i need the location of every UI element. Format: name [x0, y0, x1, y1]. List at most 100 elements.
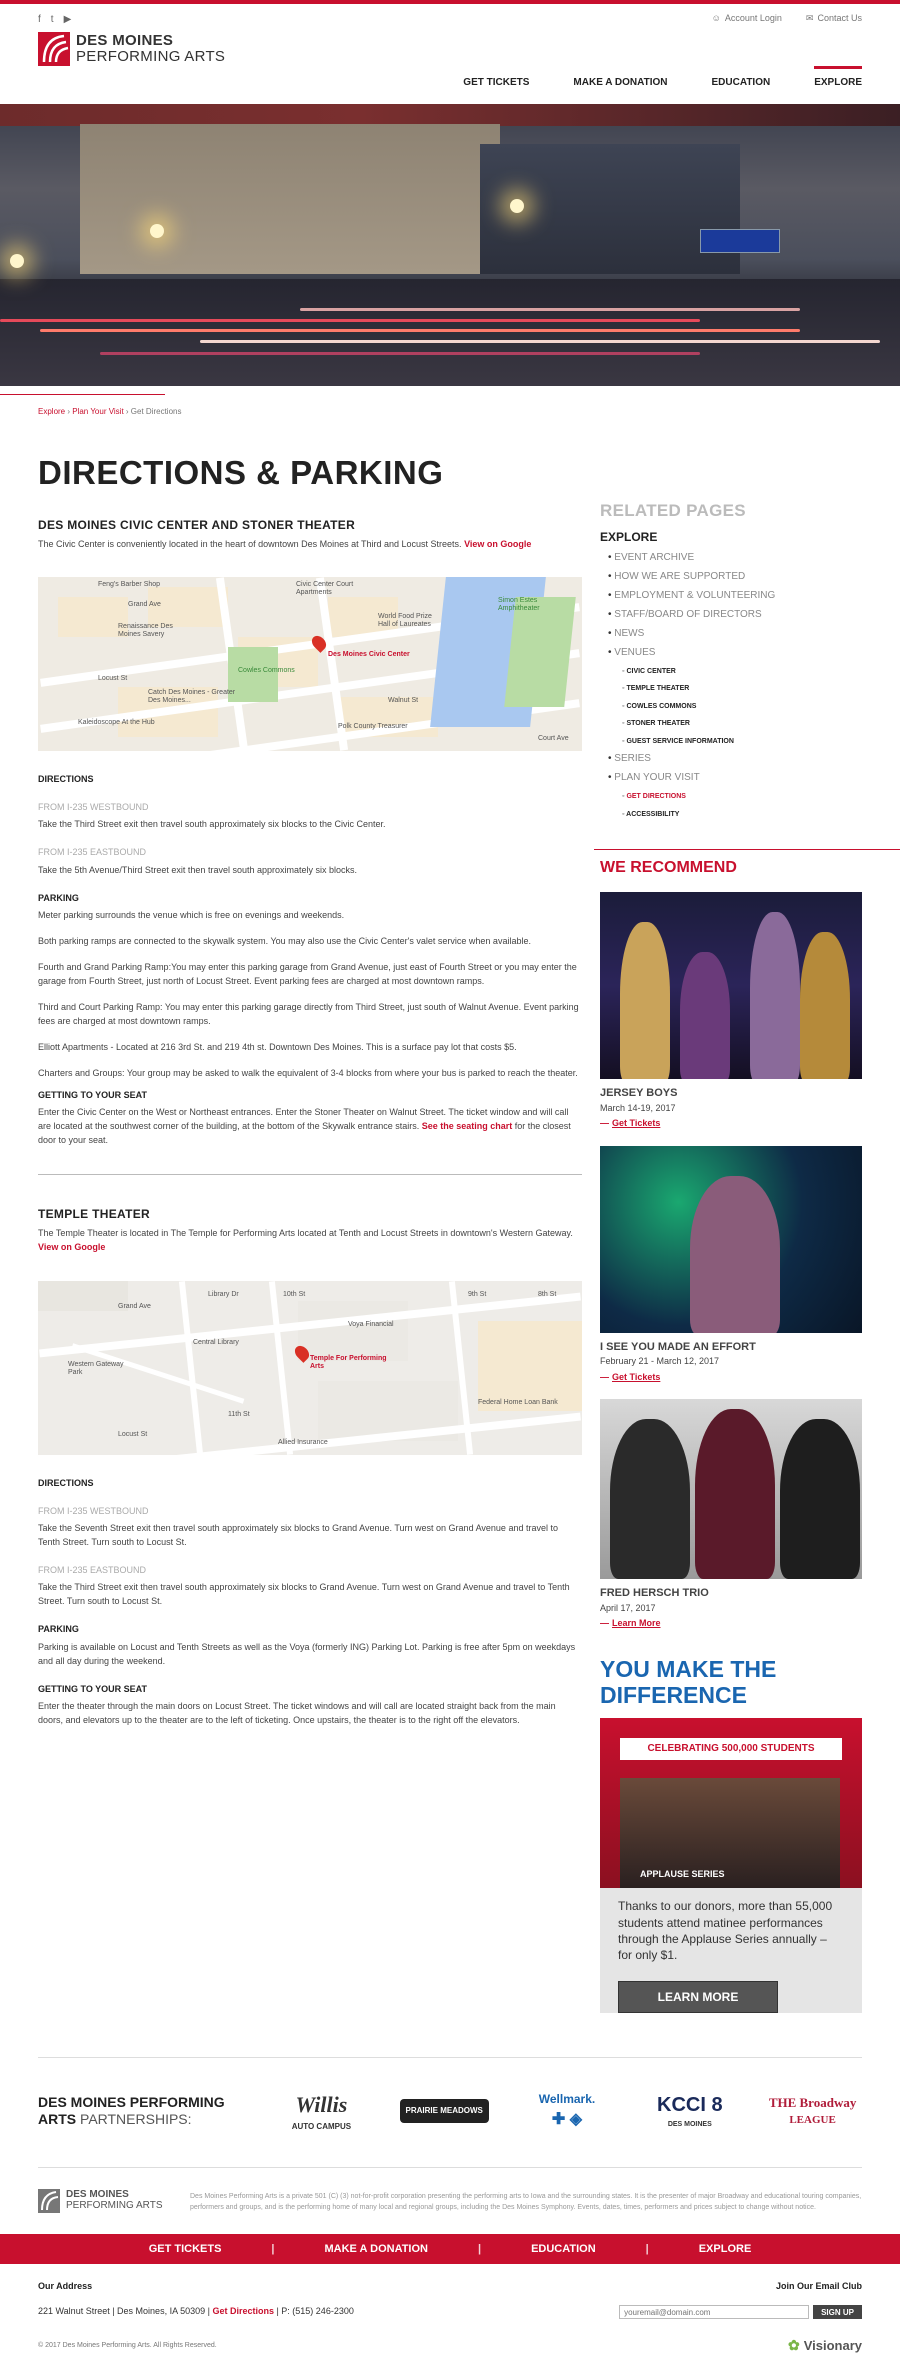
sidebar-item-staff-board[interactable]: STAFF/BOARD OF DIRECTORS	[608, 607, 862, 622]
partnerships-heading: DES MOINES PERFORMING ARTS PARTNERSHIPS:	[38, 2094, 248, 2128]
footer-nav-make-a-donation[interactable]: MAKE A DONATION	[325, 2241, 428, 2258]
contact-us-link[interactable]: ✉ Contact Us	[806, 12, 862, 26]
site-logo[interactable]: DES MOINES PERFORMING ARTS	[38, 32, 225, 66]
map-label: Des Moines Civic Center	[328, 651, 410, 659]
footer-get-directions-link[interactable]: Get Directions	[212, 2306, 274, 2316]
prairie-meadows-logo[interactable]: PRAIRIE MEADOWS	[395, 2098, 494, 2123]
sidebar-item-accessibility[interactable]: ACCESSIBILITY	[622, 810, 862, 821]
civic-center-map[interactable]: Feng's Barber Shop Civic Center Court Ap…	[38, 577, 582, 752]
kcci-logo[interactable]: KCCI 8 DES MOINES	[640, 2090, 739, 2131]
visionary-credit[interactable]: ✿ Visionary	[788, 2335, 862, 2356]
youtube-icon[interactable]: ▶	[64, 12, 72, 27]
nav-make-a-donation[interactable]: MAKE A DONATION	[573, 66, 667, 90]
map-label: Western Gateway Park	[68, 1361, 124, 1376]
account-login-link[interactable]: ☺ Account Login	[712, 12, 782, 26]
facebook-icon[interactable]: f	[38, 12, 41, 27]
page-title: DIRECTIONS & PARKING	[38, 454, 444, 491]
visionary-logo-icon: ✿	[787, 2337, 800, 2354]
recommend-card-i-see-you: I SEE YOU MADE AN EFFORT February 21 - M…	[600, 1145, 862, 1386]
jersey-boys-image[interactable]	[600, 892, 862, 1079]
recommend-card-fred-hersch: FRED HERSCH TRIO April 17, 2017 Learn Mo…	[600, 1399, 862, 1632]
footer-address: Our Address 221 Walnut Street | Des Moin…	[38, 2280, 354, 2320]
get-tickets-link[interactable]: Get Tickets	[600, 1372, 660, 1382]
card-title[interactable]: I SEE YOU MADE AN EFFORT	[600, 1339, 862, 1356]
partners-heading-line1: DES MOINES PERFORMING	[38, 2093, 225, 2110]
twitter-icon[interactable]: t	[51, 12, 54, 27]
sidebar-item-employment[interactable]: EMPLOYMENT & VOLUNTEERING	[608, 588, 862, 603]
map-label: World Food Prize Hall of Laureates	[378, 613, 432, 629]
nav-get-tickets[interactable]: GET TICKETS	[463, 66, 529, 90]
email-signup-form: SIGN UP	[619, 2305, 862, 2320]
sign-up-button[interactable]: SIGN UP	[813, 2305, 862, 2320]
performer-figure	[695, 1409, 775, 1579]
sidebar-item-cowles-commons[interactable]: COWLES COMMONS	[622, 702, 862, 713]
sidebar: RELATED PAGES EXPLORE EVENT ARCHIVE HOW …	[594, 418, 900, 2031]
learn-more-link[interactable]: Learn More	[600, 1618, 661, 1628]
sidebar-item-get-directions[interactable]: GET DIRECTIONS	[622, 792, 862, 803]
sidebar-item-series[interactable]: SERIES	[608, 751, 862, 766]
footer-logo-text: DES MOINES PERFORMING ARTS	[66, 2190, 163, 2211]
broadway-league-logo[interactable]: THE Broadway LEAGUE	[763, 2093, 862, 2129]
related-pages-heading: RELATED PAGES	[600, 501, 746, 520]
civic-view-on-google-link[interactable]: View on Google	[464, 539, 531, 549]
sidebar-item-how-we-are-supported[interactable]: HOW WE ARE SUPPORTED	[608, 569, 862, 584]
account-login-label: Account Login	[724, 13, 782, 24]
temple-view-on-google-link[interactable]: View on Google	[38, 1242, 105, 1252]
fred-hersch-image[interactable]	[600, 1399, 862, 1579]
get-tickets-link[interactable]: Get Tickets	[600, 1118, 660, 1128]
map-label: Polk County Treasurer	[338, 723, 408, 731]
footer-nav-explore[interactable]: EXPLORE	[699, 2241, 752, 2258]
main-nav: GET TICKETS MAKE A DONATION EDUCATION EX…	[463, 66, 862, 90]
map-label: Kaleidoscope At the Hub	[78, 719, 155, 727]
sidebar-item-event-archive[interactable]: EVENT ARCHIVE	[608, 550, 862, 565]
learn-more-button[interactable]: LEARN MORE	[618, 1981, 778, 2014]
card-title[interactable]: FRED HERSCH TRIO	[600, 1585, 862, 1602]
breadcrumb-plan-your-visit[interactable]: Plan Your Visit	[72, 407, 123, 416]
map-label: Renaissance Des Moines Savery	[118, 623, 173, 639]
sidebar-item-guest-service[interactable]: GUEST SERVICE INFORMATION	[622, 737, 862, 748]
willis-logo[interactable]: Willis AUTO CAMPUS	[272, 2088, 371, 2133]
sidebar-item-civic-center[interactable]: CIVIC CENTER	[622, 667, 862, 678]
we-recommend-heading: WE RECOMMEND	[594, 849, 900, 880]
hero-lamp	[150, 224, 164, 238]
i-see-you-image[interactable]	[600, 1145, 862, 1333]
map-street-label: Grand Ave	[128, 601, 161, 609]
map-block	[38, 1281, 128, 1311]
hero-light-streak	[200, 340, 880, 343]
temple-theater-map[interactable]: Library Dr Grand Ave Central Library Tem…	[38, 1281, 582, 1455]
footer-nav-divider: |	[645, 2242, 649, 2255]
logo-line-2: PERFORMING ARTS	[76, 48, 226, 65]
civic-center-intro: The Civic Center is conveniently located…	[38, 538, 582, 552]
nav-explore[interactable]: EXPLORE	[814, 66, 862, 90]
breadcrumb-explore[interactable]: Explore	[38, 407, 65, 416]
sidebar-item-plan-your-visit[interactable]: PLAN YOUR VISIT	[608, 770, 862, 785]
map-street-label: Court Ave	[538, 735, 569, 743]
hero-light-streak	[100, 352, 700, 355]
nav-education[interactable]: EDUCATION	[712, 66, 771, 90]
wellmark-logo[interactable]: Wellmark. ✚ ◈	[518, 2090, 617, 2132]
map-block	[298, 1301, 408, 1361]
sidebar-item-temple-theater[interactable]: TEMPLE THEATER	[622, 684, 862, 695]
hero-sign	[700, 229, 780, 253]
related-pages-list: EVENT ARCHIVE HOW WE ARE SUPPORTED EMPLO…	[608, 550, 862, 821]
sidebar-item-venues[interactable]: VENUES	[608, 645, 862, 660]
map-street-label: 8th St	[538, 1291, 557, 1298]
map-street-label: 11th St	[228, 1411, 250, 1418]
copyright-bar: © 2017 Des Moines Performing Arts. All R…	[0, 2329, 900, 2368]
copyright-text: © 2017 Des Moines Performing Arts. All R…	[38, 2341, 217, 2349]
utility-bar: f t ▶ ☺ Account Login ✉ Contact Us	[0, 4, 900, 28]
civic-seat-text: Enter the Civic Center on the West or No…	[38, 1106, 582, 1148]
sidebar-item-news[interactable]: NEWS	[608, 626, 862, 641]
footer-nav-get-tickets[interactable]: GET TICKETS	[149, 2241, 222, 2258]
sidebar-item-stoner-theater[interactable]: STONER THEATER	[622, 719, 862, 730]
temple-intro-text: The Temple Theater is located in The Tem…	[38, 1228, 573, 1239]
kcci-logo-sub: DES MOINES	[667, 2121, 712, 2129]
card-date: April 17, 2017	[600, 1602, 656, 1613]
footer-nav-education[interactable]: EDUCATION	[531, 2241, 596, 2258]
card-title[interactable]: JERSEY BOYS	[600, 1085, 862, 1102]
footer-nav-divider: |	[477, 2242, 482, 2255]
seating-chart-link[interactable]: See the seating chart	[422, 1121, 513, 1131]
email-input[interactable]	[619, 2305, 810, 2320]
civic-parking-heading: PARKING	[38, 892, 79, 903]
footer-logo[interactable]: DES MOINES PERFORMING ARTS	[38, 2188, 170, 2213]
